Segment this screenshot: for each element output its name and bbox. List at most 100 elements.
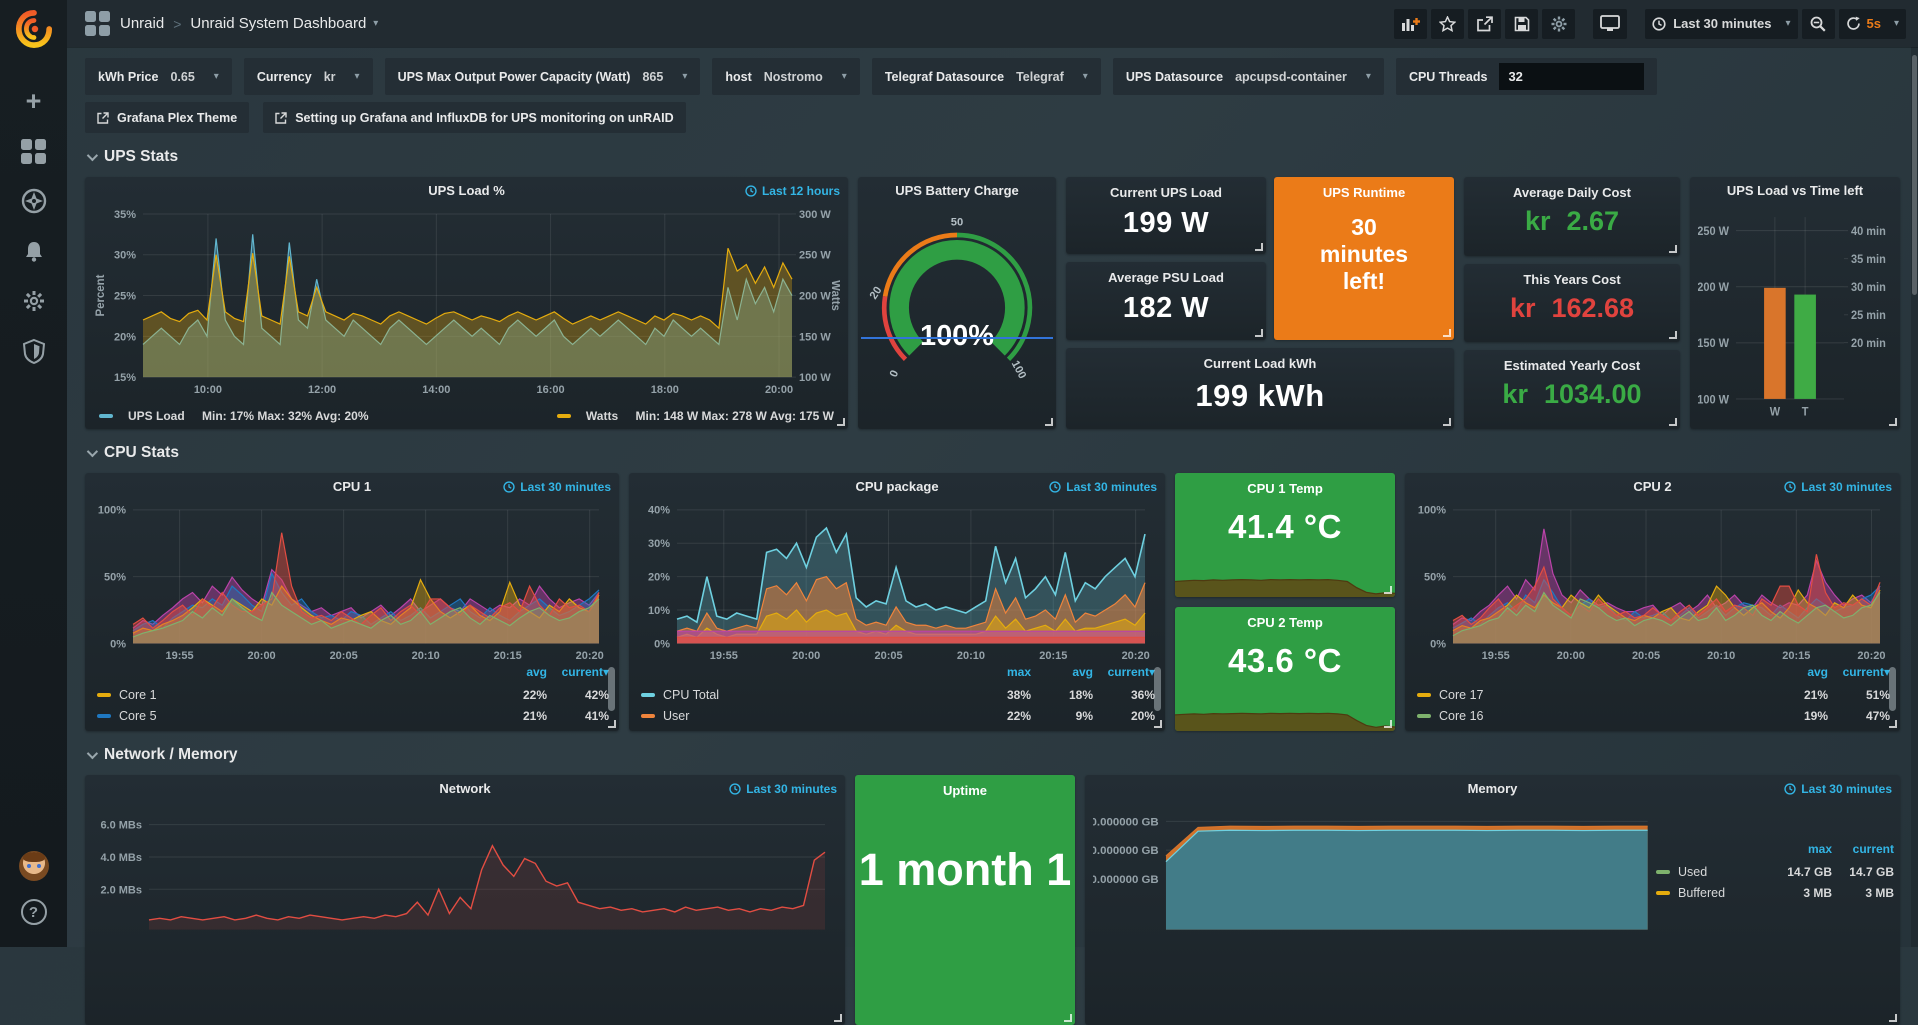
cpu-threads-input[interactable] (1499, 63, 1644, 90)
create-plus-icon[interactable]: + (14, 81, 54, 121)
chevron-down-icon (87, 150, 98, 161)
cpu1-legend: avgcurrent▾ Core 1 22%42% Core 5 21%41% (97, 665, 609, 726)
panel-current-ups-load[interactable]: Current UPS Load 199 W (1066, 177, 1266, 254)
panel-current-load-kwh[interactable]: Current Load kWh 199 kWh (1066, 348, 1454, 429)
legend-item[interactable]: Used 14.7 GB14.7 GB (1656, 861, 1894, 882)
svg-text:60.000000 GB: 60.000000 GB (1093, 845, 1159, 857)
section-cpu-stats[interactable]: CPU Stats (87, 444, 1900, 462)
legend-scrollbar[interactable] (1889, 667, 1896, 711)
panel-this-years-cost[interactable]: This Years Cost kr162.68 (1464, 264, 1680, 343)
panel-time-range[interactable]: Last 30 minutes (729, 782, 837, 796)
svg-text:300 W: 300 W (799, 209, 831, 221)
panel-average-daily-cost[interactable]: Average Daily Cost kr2.67 (1464, 177, 1680, 256)
svg-text:30%: 30% (648, 538, 670, 550)
star-button[interactable] (1431, 9, 1464, 39)
ups-stats-row: UPS Load % Last 12 hours 35%30%25%20%15%… (85, 177, 1900, 429)
legend-item[interactable]: CPU Total 38%18%36% (641, 684, 1155, 705)
panel-cpu1-temp[interactable]: CPU 1 Temp 41.4 °C (1175, 473, 1395, 597)
panel-cpu2-temp[interactable]: CPU 2 Temp 43.6 °C (1175, 607, 1395, 731)
panel-network: Network Last 30 minutes 6.0 MBs4.0 MBs2.… (85, 775, 845, 1025)
page-scrollbar[interactable] (1911, 47, 1918, 947)
svg-text:18:00: 18:00 (651, 384, 679, 396)
panel-time-range[interactable]: Last 30 minutes (1784, 782, 1892, 796)
time-range-picker[interactable]: Last 30 minutes ▾ (1645, 9, 1797, 39)
svg-text:20:15: 20:15 (1039, 650, 1067, 662)
svg-text:100: 100 (1009, 359, 1028, 381)
panel-time-range[interactable]: Last 30 minutes (1784, 480, 1892, 494)
save-button[interactable] (1505, 9, 1538, 39)
variable-currency[interactable]: Currency kr ▾ (244, 58, 373, 95)
panel-title[interactable]: UPS Load % (85, 183, 848, 198)
legend-item[interactable]: User 22%9%20% (641, 705, 1155, 726)
svg-text:100%: 100% (1418, 505, 1446, 517)
legend-scrollbar[interactable] (1154, 667, 1161, 711)
external-link-icon (97, 112, 109, 124)
svg-text:20:05: 20:05 (1632, 650, 1660, 662)
variable-kwh-price[interactable]: kWh Price 0.65 ▾ (85, 58, 232, 95)
section-network-memory[interactable]: Network / Memory (87, 746, 1900, 764)
link-ups-monitoring-guide[interactable]: Setting up Grafana and InfluxDB for UPS … (263, 102, 685, 133)
legend-item[interactable]: Core 1 22%42% (97, 684, 609, 705)
dashboard-grid-icon[interactable] (85, 11, 110, 36)
svg-text:25 min: 25 min (1851, 310, 1886, 323)
panel-uptime[interactable]: Uptime 1 month 1 (855, 775, 1075, 1025)
dashboards-icon[interactable] (14, 131, 54, 171)
legend-item[interactable]: Watts Min: 148 W Max: 278 W Avg: 175 W (557, 409, 834, 423)
chevron-down-icon: ▾ (842, 71, 847, 82)
panel-ups-runtime[interactable]: UPS Runtime 30 minutes left! (1274, 177, 1454, 340)
breadcrumb-dashboard[interactable]: Unraid System Dashboard (190, 15, 366, 32)
alerting-bell-icon[interactable] (14, 231, 54, 271)
variable-ups-datasource[interactable]: UPS Datasource apcupsd-container ▾ (1113, 58, 1384, 95)
panel-title[interactable]: UPS Load vs Time left (1690, 183, 1900, 198)
svg-text:16:00: 16:00 (537, 384, 565, 396)
panel-title[interactable]: Memory (1085, 781, 1900, 796)
legend-item[interactable]: UPS Load Min: 17% Max: 32% Avg: 20% (99, 409, 369, 423)
help-icon[interactable]: ? (21, 899, 47, 925)
dashboard-settings-gear-icon[interactable] (1542, 9, 1575, 39)
variable-telegraf-datasource[interactable]: Telegraf Datasource Telegraf ▾ (872, 58, 1101, 95)
refresh-button[interactable]: 5s ▾ (1839, 9, 1907, 39)
section-ups-stats[interactable]: UPS Stats (87, 148, 1900, 166)
legend-item[interactable]: Buffered 3 MB3 MB (1656, 882, 1894, 903)
user-avatar[interactable] (19, 851, 49, 881)
server-admin-shield-icon[interactable] (14, 331, 54, 371)
breadcrumb-caret-icon[interactable]: ▾ (373, 18, 378, 29)
svg-text:35 min: 35 min (1851, 254, 1886, 267)
panel-estimated-yearly-cost[interactable]: Estimated Yearly Cost kr1034.00 (1464, 350, 1680, 429)
chevron-down-icon: ▾ (214, 71, 219, 82)
zoom-out-button[interactable] (1802, 9, 1835, 39)
configuration-gear-icon[interactable] (14, 281, 54, 321)
svg-text:0%: 0% (654, 638, 670, 650)
svg-text:20 min: 20 min (1851, 338, 1886, 351)
panel-title[interactable]: UPS Battery Charge (858, 183, 1056, 198)
svg-text:19:55: 19:55 (1482, 650, 1510, 662)
link-grafana-plex-theme[interactable]: Grafana Plex Theme (85, 102, 249, 133)
svg-text:50%: 50% (104, 572, 126, 584)
grafana-logo[interactable] (15, 10, 53, 48)
panel-time-range[interactable]: Last 30 minutes (1049, 480, 1157, 494)
share-button[interactable] (1468, 9, 1501, 39)
clock-icon (503, 481, 515, 493)
legend-item[interactable]: Core 17 21%51% (1417, 684, 1890, 705)
panel-time-range[interactable]: Last 12 hours (745, 184, 840, 198)
legend-item[interactable]: Core 5 21%41% (97, 705, 609, 726)
add-panel-button[interactable] (1394, 9, 1427, 39)
explore-compass-icon[interactable] (14, 181, 54, 221)
refresh-icon (1846, 16, 1861, 31)
temp-sparkline (1175, 563, 1395, 597)
panel-time-range[interactable]: Last 30 minutes (503, 480, 611, 494)
breadcrumb-folder[interactable]: Unraid (120, 15, 164, 32)
svg-text:20:05: 20:05 (874, 650, 902, 662)
variable-host[interactable]: host Nostromo ▾ (712, 58, 859, 95)
svg-text:20:10: 20:10 (412, 650, 440, 662)
legend-item[interactable]: Core 16 19%47% (1417, 705, 1890, 726)
cycle-view-monitor-icon[interactable] (1593, 9, 1627, 39)
sidebar: + ? (0, 0, 67, 947)
stat-value: 182 W (1066, 292, 1266, 325)
stat-value: kr1034.00 (1464, 379, 1680, 410)
variable-ups-max-output[interactable]: UPS Max Output Power Capacity (Watt) 865… (385, 58, 701, 95)
panel-cpu1: CPU 1 Last 30 minutes 100%50%0%19:5520:0… (85, 473, 619, 731)
panel-average-psu-load[interactable]: Average PSU Load 182 W (1066, 262, 1266, 339)
top-navbar: Unraid > Unraid System Dashboard ▾ (67, 0, 1918, 47)
legend-scrollbar[interactable] (608, 667, 615, 711)
